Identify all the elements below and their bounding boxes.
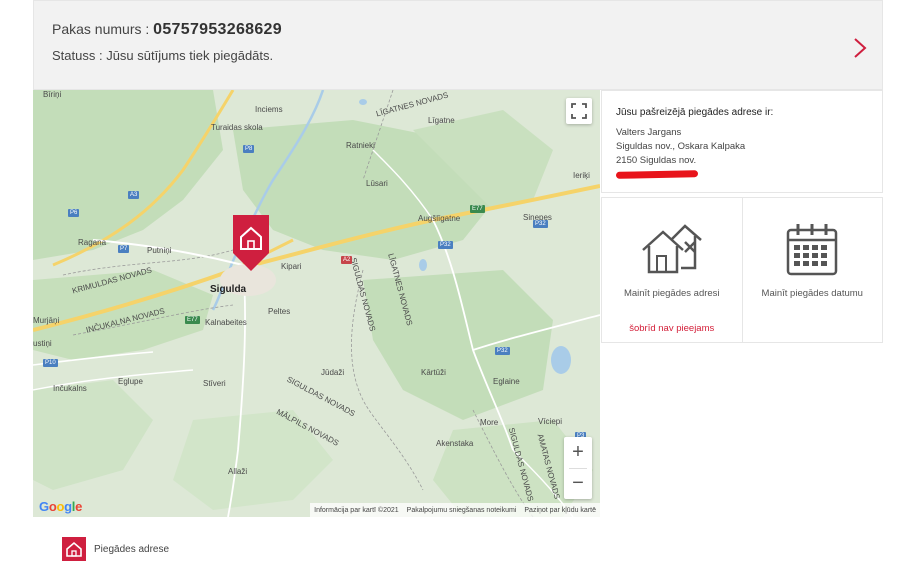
zoom-in-button[interactable]: + (564, 437, 592, 468)
change-address-button[interactable]: Mainīt piegādes adresi šobrīd nav pieeja… (602, 198, 742, 342)
road-sign: A3 (128, 191, 140, 199)
road-sign: P10 (43, 359, 58, 367)
address-city: 2150 Siguldas nov. (616, 155, 697, 166)
change-address-unavailable-note: šobrīd nav pieejams (629, 323, 715, 334)
map-label: Akenstaka (436, 439, 474, 448)
house-icon (66, 541, 82, 557)
map-label: Stīveri (203, 379, 226, 388)
change-date-label: Mainīt piegādes datumu (761, 288, 863, 299)
fullscreen-button[interactable] (566, 98, 592, 124)
status-label: Statuss : (52, 48, 103, 63)
road-sign: P32 (438, 241, 453, 249)
legend-label: Piegādes adrese (94, 543, 170, 555)
map-label: Vīciepi (538, 417, 563, 426)
report-error-link[interactable]: Paziņot par kļūdu kartē (524, 507, 596, 514)
map-attribution: Informācija par kartī ©2021 Pakalpojumu … (310, 503, 600, 517)
road-sign: P32 (533, 220, 548, 228)
map-label: Līgatne (428, 116, 455, 125)
map-label: Ragana (78, 238, 107, 247)
change-date-button[interactable]: Mainīt piegādes datumu (741, 198, 883, 342)
google-logo: Google (39, 499, 83, 514)
road-sign: E77 (185, 316, 200, 324)
parcel-number: 05757953268629 (153, 21, 282, 38)
status-text: Jūsu sūtījums tiek piegādāts. (106, 48, 274, 63)
map-label: Kārtūži (421, 368, 446, 377)
terms-link[interactable]: Pakalpojumu sniegšanas noteikumi (407, 507, 517, 514)
map-label-sigulda: Sigulda (210, 284, 247, 295)
change-address-label: Mainīt piegādes adresi (623, 288, 720, 299)
redaction-mark (615, 170, 699, 179)
zoom-out-button[interactable]: − (564, 468, 592, 499)
fullscreen-icon (571, 103, 587, 119)
calendar-icon (787, 224, 838, 276)
map-label: Putniņi (147, 246, 172, 255)
road-sign: A2 (341, 256, 353, 264)
road-sign: P32 (495, 347, 510, 355)
map-label: Jūdaži (321, 368, 345, 377)
chevron-right-icon[interactable] (852, 37, 868, 59)
map-label: Peltes (268, 307, 291, 316)
zoom-controls: + − (564, 437, 592, 499)
map-label: Murjāņi (33, 316, 60, 325)
delivery-actions: Mainīt piegādes adresi šobrīd nav pieeja… (601, 197, 883, 343)
address-title: Jūsu pašreizējā piegādes adrese ir: (616, 107, 774, 118)
road-sign: E77 (470, 205, 485, 213)
road-sign: P7 (118, 245, 130, 253)
parcel-label: Pakas numurs : (52, 21, 150, 37)
map[interactable]: Bīriņi Inciems Turaidas skola LĪGATNES N… (33, 90, 600, 517)
change-address-icon (641, 224, 702, 274)
map-label: Inčukalns (53, 384, 87, 393)
map-label: Eglupe (118, 377, 143, 386)
delivery-address-panel: Jūsu pašreizējā piegādes adrese ir: Valt… (601, 90, 883, 193)
map-label: Ratnieki (346, 141, 375, 150)
map-label: Kalnabeites (205, 318, 247, 327)
map-label: Kipari (281, 262, 302, 271)
map-label: Turaidas skola (211, 123, 263, 132)
recipient-name: Valters Jargans (616, 127, 682, 138)
parcel-header[interactable]: Pakas numurs : 05757953268629 Statuss : … (33, 0, 883, 90)
delivery-location-pin[interactable] (233, 215, 269, 271)
delivery-address-legend-icon (62, 537, 86, 561)
map-label: Ieriķi (573, 171, 590, 180)
status-row: Statuss : Jūsu sūtījums tiek piegādāts. (52, 48, 273, 63)
map-label: Augšlīgatne (418, 214, 461, 223)
parcel-number-row: Pakas numurs : 05757953268629 (52, 21, 282, 39)
map-legend: Piegādes adrese (62, 537, 169, 561)
road-sign: P8 (243, 145, 255, 153)
map-label: Bīriņi (43, 90, 62, 99)
road-sign: P6 (68, 209, 80, 217)
map-label: Inciems (255, 105, 283, 114)
map-data-attribution: Informācija par kartī ©2021 (314, 506, 399, 514)
map-label: More (480, 418, 499, 427)
map-label: Lūsari (366, 179, 388, 188)
map-label: Eglaine (493, 377, 520, 386)
zoom-divider (569, 468, 587, 469)
map-label: ustiņi (33, 339, 52, 348)
map-label: Allaži (228, 467, 248, 476)
address-street: Siguldas nov., Oskara Kalpaka (616, 141, 746, 152)
